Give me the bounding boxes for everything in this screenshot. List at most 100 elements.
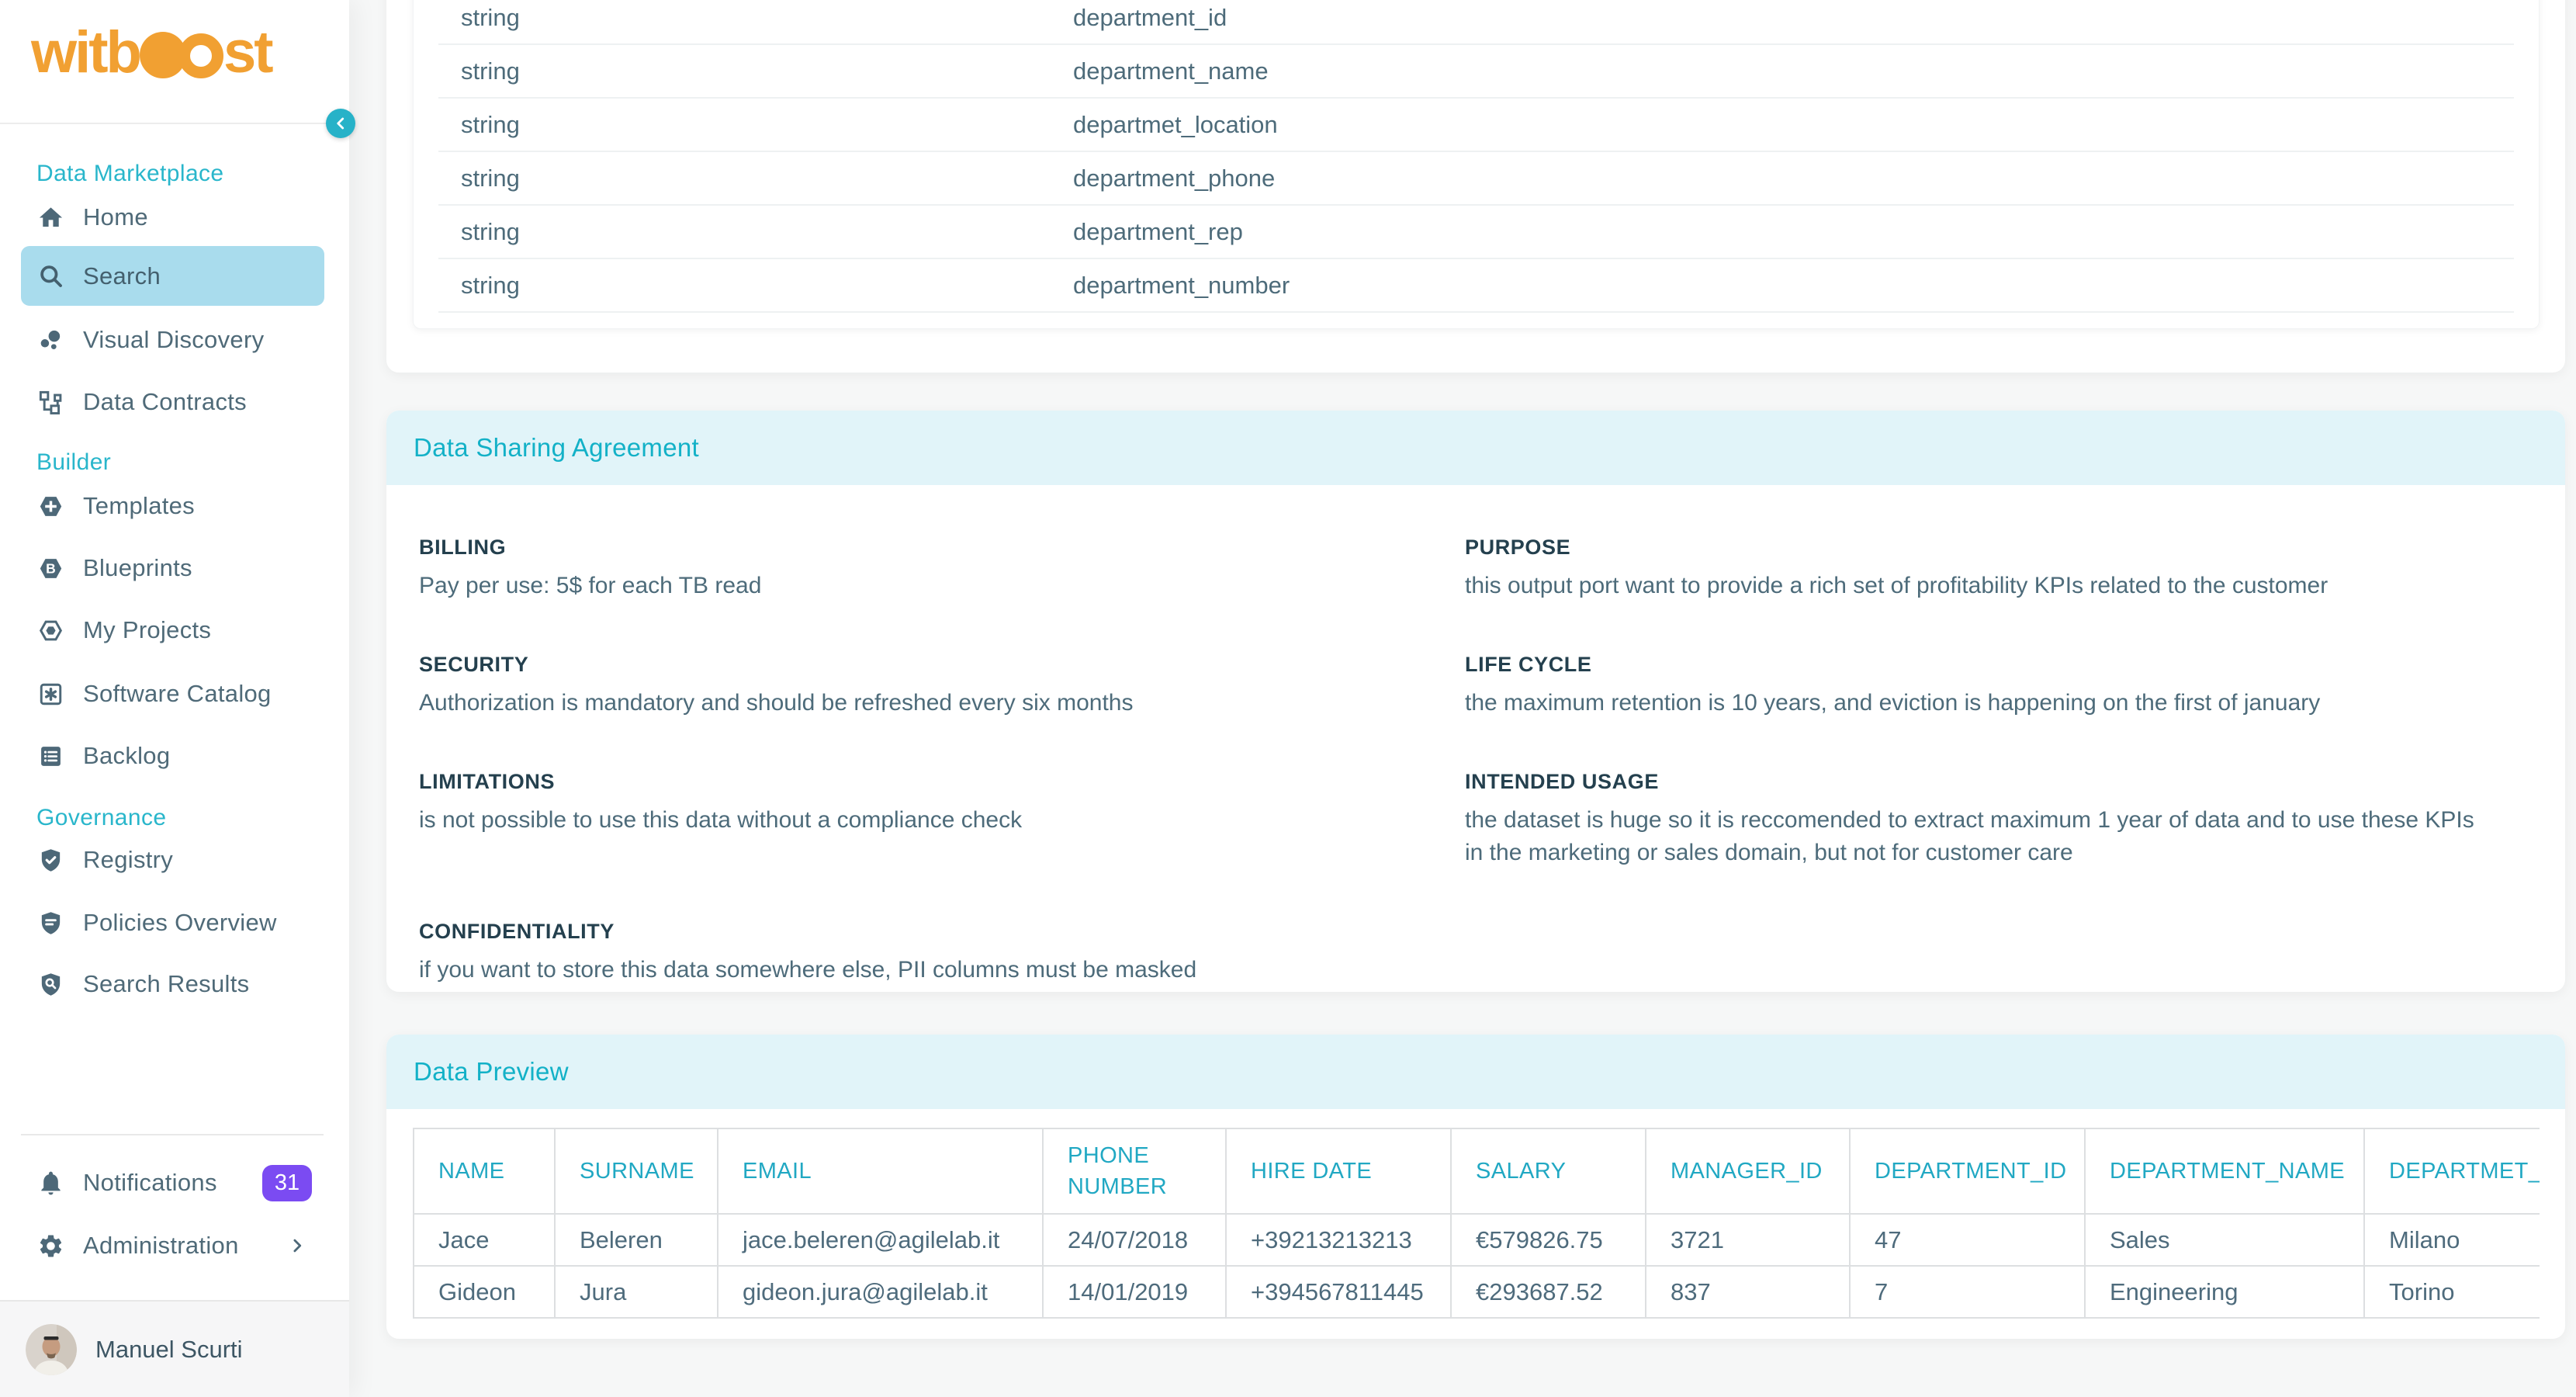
sidebar-item-search[interactable]: Search [21, 246, 324, 306]
column-type: string [438, 4, 520, 32]
witboost-logo: witbst [31, 17, 272, 88]
notifications-count-badge: 31 [262, 1165, 312, 1201]
card-title: Data Preview [414, 1057, 569, 1087]
cell: Gideon [414, 1266, 555, 1318]
section-label-builder: Builder [36, 447, 111, 478]
column-name: department_name [1073, 57, 1269, 85]
column-type: string [438, 57, 520, 85]
sidebar-item-label: Administration [83, 1232, 239, 1260]
column-header: MANAGER_ID [1646, 1128, 1850, 1214]
schema-row: string department_rep [438, 206, 2514, 259]
column-type: string [438, 111, 520, 139]
dsa-label: SECURITY [419, 652, 1465, 677]
sidebar-item-visual-discovery[interactable]: Visual Discovery [0, 309, 349, 371]
sidebar-item-label: Software Catalog [83, 680, 272, 708]
card-header: Data Preview [386, 1035, 2565, 1109]
chevron-left-icon [331, 113, 351, 133]
user-profile[interactable]: Manuel Scurti [0, 1300, 349, 1397]
sidebar-item-backlog[interactable]: Backlog [0, 725, 349, 787]
table-row: Gideon Jura gideon.jura@agilelab.it 14/0… [414, 1266, 2540, 1318]
sidebar-item-label: Search Results [83, 970, 249, 998]
sidebar-item-search-results[interactable]: Search Results [0, 953, 349, 1015]
bell-icon [37, 1170, 64, 1197]
cell: 3721 [1646, 1214, 1850, 1266]
logo-text-pre: witb [31, 19, 140, 85]
dsa-block-intended-usage: INTENDED USAGE the dataset is huge so it… [1465, 769, 2533, 869]
cell: Jace [414, 1214, 555, 1266]
divider [0, 123, 349, 124]
column-header: NAME [414, 1128, 555, 1214]
dsa-block-billing: BILLING Pay per use: 5$ for each TB read [419, 535, 1465, 602]
sidebar-item-templates[interactable]: Templates [0, 475, 349, 537]
column-header: DEPARTMENT_ID [1850, 1128, 2085, 1214]
sidebar-item-my-projects[interactable]: My Projects [0, 599, 349, 661]
cell: +39213213213 [1226, 1214, 1451, 1266]
dsa-block-limitations: LIMITATIONS is not possible to use this … [419, 769, 1465, 869]
sidebar-item-blueprints[interactable]: B Blueprints [0, 537, 349, 599]
column-header: PHONE NUMBER [1043, 1128, 1226, 1214]
gear-icon [37, 1232, 64, 1260]
sidebar-item-administration[interactable]: Administration [0, 1215, 349, 1277]
column-name: departmet_location [1073, 111, 1278, 139]
sidebar-item-data-contracts[interactable]: Data Contracts [0, 371, 349, 433]
schema-row: string department_id [438, 0, 2514, 45]
cell: 837 [1646, 1266, 1850, 1318]
dsa-block-life-cycle: LIFE CYCLE the maximum retention is 10 y… [1465, 652, 2533, 719]
sidebar-item-software-catalog[interactable]: Software Catalog [0, 663, 349, 725]
cell: Engineering [2085, 1266, 2364, 1318]
cell: gideon.jura@agilelab.it [718, 1266, 1043, 1318]
backlog-icon [37, 743, 64, 770]
column-header: DEPARTMET_LOCATION [2364, 1128, 2540, 1214]
dsa-label: INTENDED USAGE [1465, 769, 2533, 794]
schema-row: string department_number [438, 259, 2514, 313]
column-type: string [438, 165, 520, 192]
sidebar-item-label: Templates [83, 492, 195, 520]
templates-icon [37, 493, 64, 520]
dsa-text: Pay per use: 5$ for each TB read [419, 570, 1451, 602]
cell: Sales [2085, 1214, 2364, 1266]
schema-row: string departmet_location [438, 99, 2514, 152]
logo-oo-icon [140, 23, 223, 95]
data-preview-card: Data Preview NAME SURNAME EMAIL PHONE NU… [386, 1035, 2565, 1339]
cell: jace.beleren@agilelab.it [718, 1214, 1043, 1266]
svg-text:B: B [46, 560, 56, 576]
cell: 14/01/2019 [1043, 1266, 1226, 1318]
cell: 24/07/2018 [1043, 1214, 1226, 1266]
policies-shield-icon [37, 910, 64, 937]
schema-table: string department_id string department_n… [413, 0, 2540, 329]
app: witbst Data Marketplace Home Search Visu… [0, 0, 2576, 1397]
dsa-label: PURPOSE [1465, 535, 2533, 560]
software-catalog-icon [37, 681, 64, 708]
dsa-label: CONFIDENTIALITY [419, 919, 1465, 944]
column-name: department_rep [1073, 218, 1243, 246]
sidebar-item-policies-overview[interactable]: Policies Overview [0, 892, 349, 954]
sidebar-item-label: Blueprints [83, 554, 192, 582]
divider [21, 1134, 324, 1135]
sidebar-item-label: Registry [83, 846, 173, 874]
dsa-content: BILLING Pay per use: 5$ for each TB read… [386, 485, 2565, 986]
sidebar-item-home[interactable]: Home [0, 186, 349, 248]
blueprints-icon: B [37, 555, 64, 582]
dsa-label: LIMITATIONS [419, 769, 1465, 794]
column-type: string [438, 272, 520, 300]
user-name: Manuel Scurti [95, 1336, 243, 1364]
sidebar-item-registry[interactable]: Registry [0, 829, 349, 891]
dsa-text: is not possible to use this data without… [419, 804, 1451, 837]
cell: Milano [2364, 1214, 2540, 1266]
cell: €293687.52 [1451, 1266, 1646, 1318]
card-header: Data Sharing Agreement [386, 411, 2565, 485]
dsa-block-security: SECURITY Authorization is mandatory and … [419, 652, 1465, 719]
sidebar-collapse-button[interactable] [326, 109, 355, 138]
search-results-shield-icon [37, 971, 64, 998]
dsa-text: Authorization is mandatory and should be… [419, 687, 1451, 719]
dsa-text: if you want to store this data somewhere… [419, 954, 1451, 986]
column-header: SALARY [1451, 1128, 1646, 1214]
chevron-right-icon [286, 1234, 309, 1257]
cell: 7 [1850, 1266, 2085, 1318]
column-header: EMAIL [718, 1128, 1043, 1214]
section-label-data-marketplace: Data Marketplace [36, 158, 224, 189]
sidebar-item-notifications[interactable]: Notifications 31 [0, 1152, 349, 1214]
data-contracts-icon [37, 389, 64, 416]
dsa-text: the dataset is huge so it is reccomended… [1465, 804, 2497, 869]
card-title: Data Sharing Agreement [414, 433, 699, 463]
